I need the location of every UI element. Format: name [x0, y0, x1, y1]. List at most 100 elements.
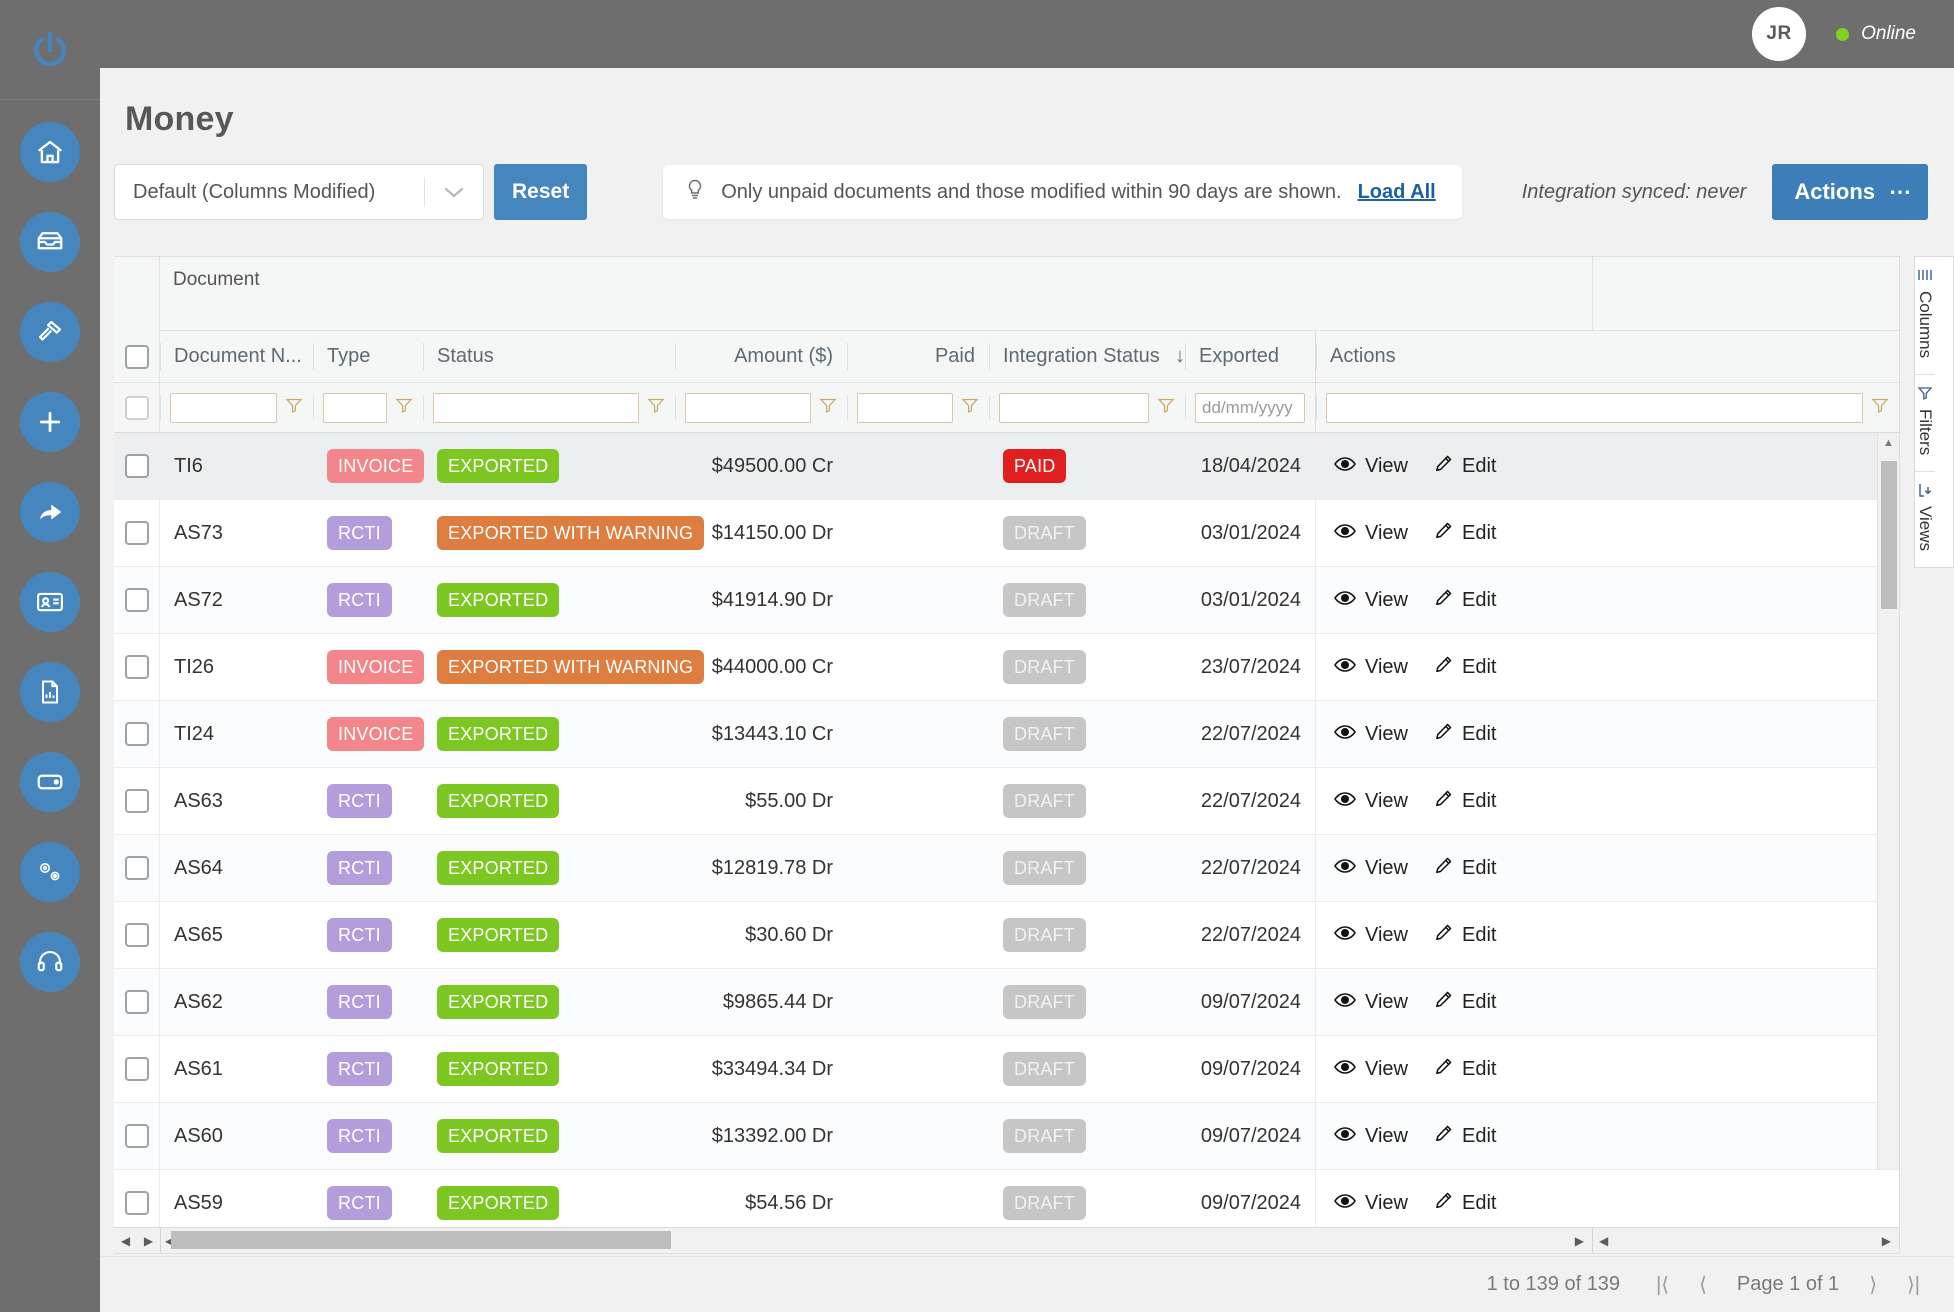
- grid-vertical-scrollbar[interactable]: ▲: [1877, 433, 1899, 1169]
- edit-action[interactable]: Edit: [1434, 521, 1496, 546]
- avatar[interactable]: JR: [1752, 7, 1807, 61]
- funnel-icon[interactable]: [1871, 396, 1889, 419]
- tab-columns[interactable]: Columns: [1915, 257, 1935, 376]
- column-header-type[interactable]: Type: [313, 331, 423, 382]
- grid-horizontal-scrollbar[interactable]: ◀ ▶ ◀ ▶ ◀ ▶: [114, 1227, 1899, 1253]
- load-all-link[interactable]: Load All: [1358, 181, 1436, 204]
- table-row[interactable]: AS62 RCTI EXPORTED $9865.44 Dr DRAFT 09/07/20…: [114, 969, 1899, 1036]
- sidebar-item-support[interactable]: [20, 932, 80, 992]
- filter-input-document-no[interactable]: [170, 392, 277, 423]
- column-header-exported[interactable]: Exported: [1185, 331, 1315, 382]
- last-page-button[interactable]: ⟩|: [1907, 1272, 1920, 1297]
- column-header-status[interactable]: Status: [423, 331, 675, 382]
- column-header-integration-status[interactable]: Integration Status ↓: [989, 331, 1185, 382]
- view-action[interactable]: View: [1334, 522, 1408, 545]
- column-header-amount[interactable]: Amount ($): [675, 331, 847, 382]
- reset-button[interactable]: Reset: [494, 164, 588, 220]
- row-checkbox[interactable]: [124, 923, 149, 947]
- sidebar-item-approvals[interactable]: [20, 302, 80, 362]
- filter-row-checkbox[interactable]: [124, 395, 149, 420]
- view-selector[interactable]: Default (Columns Modified): [114, 164, 484, 220]
- view-action[interactable]: View: [1334, 1125, 1408, 1148]
- edit-action[interactable]: Edit: [1434, 655, 1496, 680]
- sidebar-item-settings[interactable]: [20, 842, 80, 902]
- row-checkbox[interactable]: [124, 1191, 149, 1215]
- hscroll-track-main[interactable]: ◀ ▶: [161, 1227, 1592, 1253]
- next-page-button[interactable]: ⟩: [1869, 1272, 1877, 1297]
- table-row[interactable]: AS64 RCTI EXPORTED $12819.78 Dr DRAFT 22/07/2…: [114, 835, 1899, 902]
- view-action[interactable]: View: [1334, 589, 1408, 612]
- filter-input-paid[interactable]: [857, 392, 953, 423]
- edit-action[interactable]: Edit: [1434, 454, 1496, 479]
- view-action[interactable]: View: [1334, 991, 1408, 1014]
- table-row[interactable]: AS72 RCTI EXPORTED $41914.90 Dr DRAFT 03/01/2…: [114, 567, 1899, 634]
- edit-action[interactable]: Edit: [1434, 1191, 1496, 1216]
- row-checkbox[interactable]: [124, 1124, 149, 1148]
- table-row[interactable]: AS63 RCTI EXPORTED $55.00 Dr DRAFT 22/07/2024…: [114, 768, 1899, 835]
- table-row[interactable]: AS61 RCTI EXPORTED $33494.34 Dr DRAFT 09/07/2…: [114, 1036, 1899, 1103]
- first-page-button[interactable]: |⟨: [1656, 1272, 1669, 1297]
- scroll-right-icon[interactable]: ▶: [144, 1234, 153, 1248]
- sidebar-item-reports[interactable]: [20, 662, 80, 722]
- view-action[interactable]: View: [1334, 455, 1408, 478]
- view-action[interactable]: View: [1334, 656, 1408, 679]
- sidebar-item-forward[interactable]: [20, 482, 80, 542]
- filter-input-exported[interactable]: [1195, 392, 1305, 423]
- previous-page-button[interactable]: ⟨: [1699, 1272, 1707, 1297]
- column-header-paid[interactable]: Paid: [847, 331, 989, 382]
- power-icon[interactable]: [28, 28, 72, 72]
- funnel-icon[interactable]: [395, 396, 413, 419]
- view-action[interactable]: View: [1334, 1192, 1408, 1215]
- row-checkbox[interactable]: [124, 454, 149, 478]
- row-checkbox[interactable]: [124, 722, 149, 746]
- edit-action[interactable]: Edit: [1434, 856, 1496, 881]
- table-row[interactable]: AS65 RCTI EXPORTED $30.60 Dr DRAFT 22/07/2024…: [114, 902, 1899, 969]
- edit-action[interactable]: Edit: [1434, 789, 1496, 814]
- view-action[interactable]: View: [1334, 1058, 1408, 1081]
- scroll-up-icon[interactable]: ▲: [1883, 437, 1894, 449]
- funnel-icon[interactable]: [285, 396, 303, 419]
- filter-input-type[interactable]: [323, 392, 387, 423]
- row-checkbox[interactable]: [124, 789, 149, 813]
- view-action[interactable]: View: [1334, 924, 1408, 947]
- vscroll-thumb[interactable]: [1881, 461, 1897, 609]
- chevron-down-icon[interactable]: [425, 185, 483, 199]
- view-action[interactable]: View: [1334, 857, 1408, 880]
- edit-action[interactable]: Edit: [1434, 722, 1496, 747]
- funnel-icon[interactable]: [819, 396, 837, 419]
- filter-input-actions[interactable]: [1326, 392, 1863, 423]
- funnel-icon[interactable]: [1157, 396, 1175, 419]
- edit-action[interactable]: Edit: [1434, 990, 1496, 1015]
- row-checkbox[interactable]: [124, 588, 149, 612]
- table-row[interactable]: TI6 INVOICE EXPORTED $49500.00 Cr PAID 18/04/…: [114, 433, 1899, 500]
- table-row[interactable]: AS59 RCTI EXPORTED $54.56 Dr DRAFT 09/07/2024…: [114, 1170, 1899, 1227]
- edit-action[interactable]: Edit: [1434, 1124, 1496, 1149]
- filter-input-integration-status[interactable]: [999, 392, 1149, 423]
- tab-filters[interactable]: Filters: [1915, 375, 1935, 473]
- sidebar-item-contacts[interactable]: [20, 572, 80, 632]
- table-row[interactable]: TI26 INVOICE EXPORTED WITH WARNING $44000.0…: [114, 634, 1899, 701]
- sidebar-item-create[interactable]: [20, 392, 80, 452]
- filter-input-amount[interactable]: [685, 392, 811, 423]
- row-checkbox[interactable]: [124, 990, 149, 1014]
- scroll-left-icon[interactable]: ◀: [121, 1234, 130, 1248]
- column-header-document-no[interactable]: Document N...: [160, 331, 313, 382]
- filter-input-status[interactable]: [433, 392, 639, 423]
- table-row[interactable]: AS60 RCTI EXPORTED $13392.00 Dr DRAFT 09/07/2…: [114, 1103, 1899, 1170]
- table-row[interactable]: AS73 RCTI EXPORTED WITH WARNING $14150.00 D…: [114, 500, 1899, 567]
- actions-button[interactable]: Actions ⋯: [1772, 164, 1929, 220]
- scroll-left-icon[interactable]: ◀: [1599, 1234, 1608, 1248]
- row-checkbox[interactable]: [124, 521, 149, 545]
- select-all-checkbox[interactable]: [124, 344, 149, 369]
- tab-views[interactable]: Views: [1915, 472, 1935, 567]
- view-action[interactable]: View: [1334, 790, 1408, 813]
- sidebar-item-money[interactable]: [20, 752, 80, 812]
- edit-action[interactable]: Edit: [1434, 923, 1496, 948]
- hscroll-thumb[interactable]: [171, 1230, 671, 1249]
- sidebar-item-home[interactable]: [20, 122, 80, 182]
- sidebar-item-inbox[interactable]: [20, 212, 80, 272]
- view-action[interactable]: View: [1334, 723, 1408, 746]
- scroll-right-icon[interactable]: ▶: [1882, 1234, 1891, 1248]
- row-checkbox[interactable]: [124, 856, 149, 880]
- edit-action[interactable]: Edit: [1434, 588, 1496, 613]
